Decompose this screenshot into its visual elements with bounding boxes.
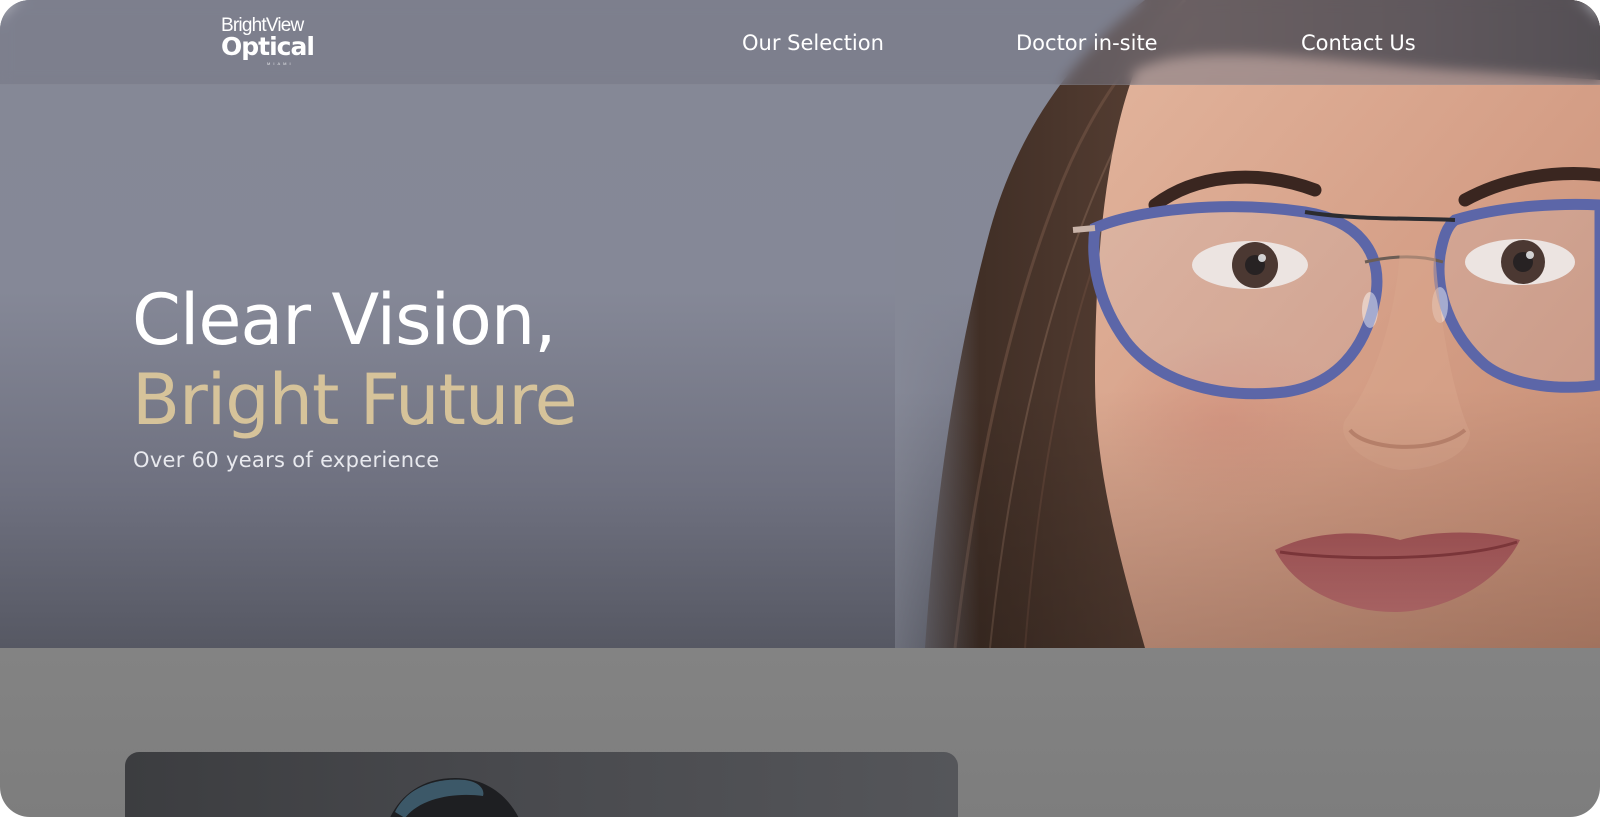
hero-tagline: Over 60 years of experience [133,448,440,472]
logo-wordmark-main: Optical [221,32,315,61]
hero-portrait-image [895,0,1600,648]
hero-headline: Clear Vision, Bright Future [132,279,578,441]
site-header: BrightView Optical MIAMI Our Selection D… [0,0,1600,85]
hero-section: Clear Vision, Bright Future Over 60 year… [0,0,1600,648]
brand-logo[interactable]: BrightView Optical MIAMI [221,16,331,68]
feature-card [125,752,958,817]
hero-headline-line2: Bright Future [132,359,578,441]
feature-card-image [390,778,519,817]
nav-our-selection[interactable]: Our Selection [742,26,884,60]
hero-headline-line1: Clear Vision, [132,279,556,361]
logo-wordmark-sub: MIAMI [267,61,294,66]
nav-doctor-in-site[interactable]: Doctor in-site [1016,26,1158,60]
page-frame: Clear Vision, Bright Future Over 60 year… [0,0,1600,817]
nav-contact-us[interactable]: Contact Us [1301,26,1416,60]
